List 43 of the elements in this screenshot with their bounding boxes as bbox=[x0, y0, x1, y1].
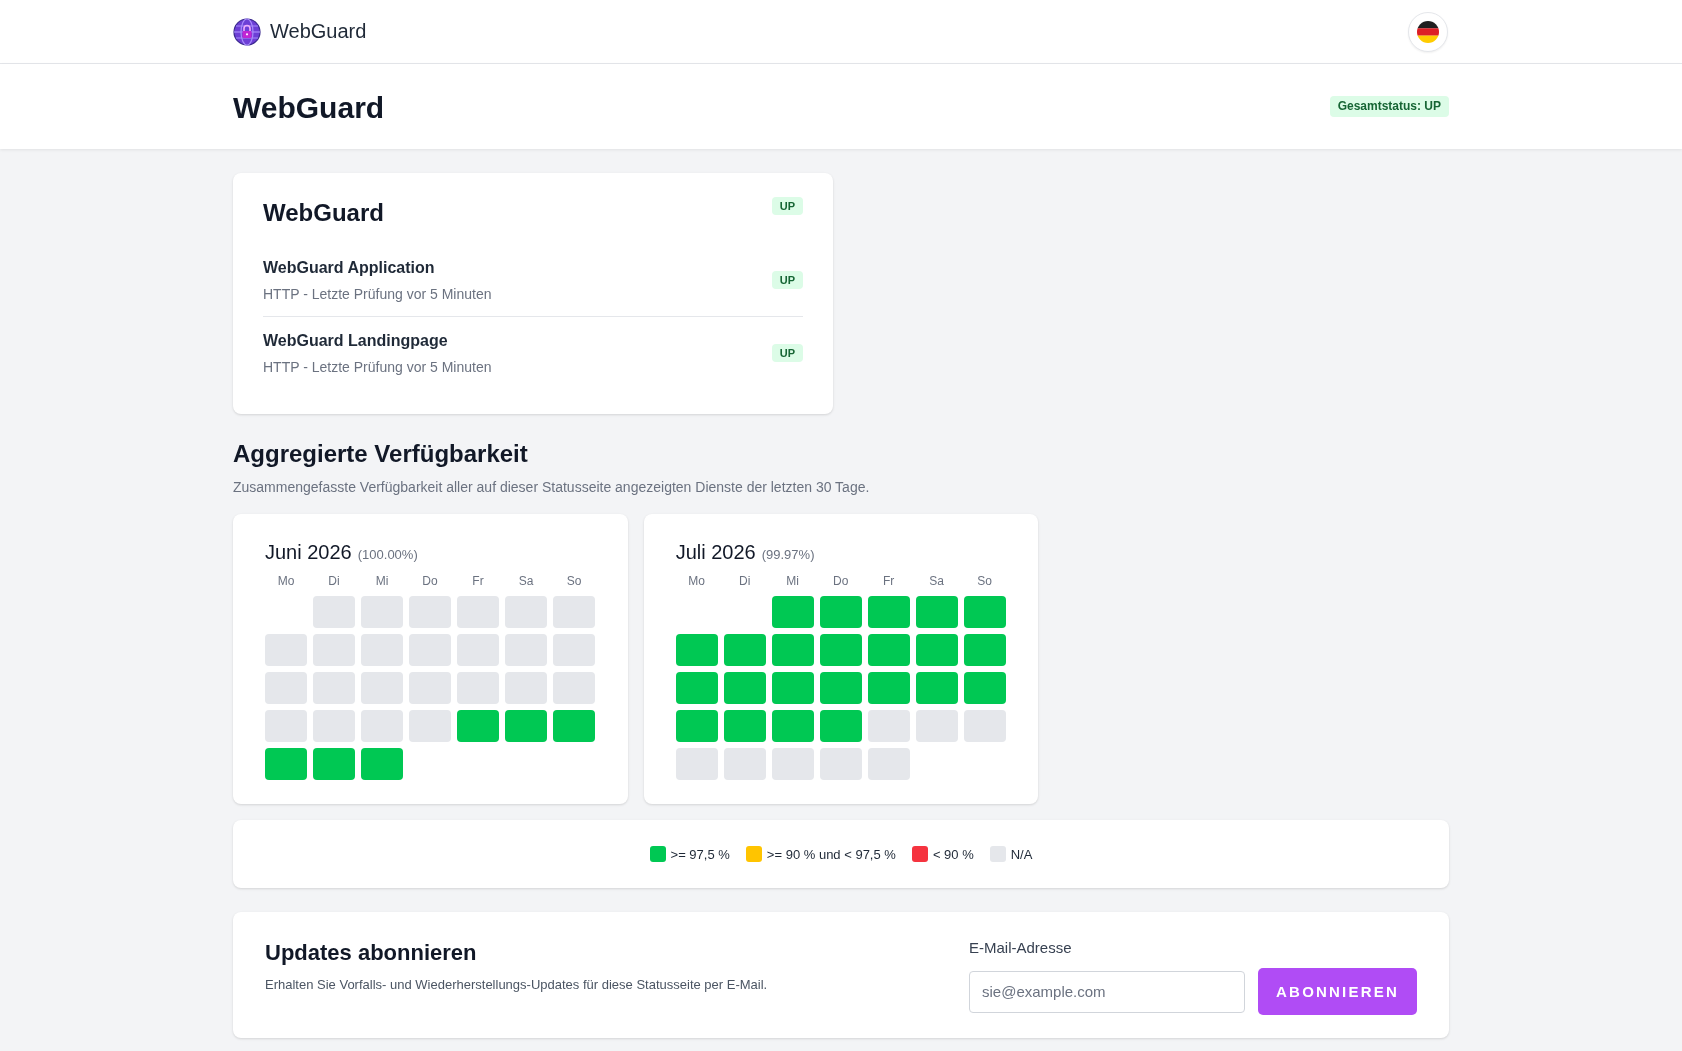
weekday-label: Mo bbox=[687, 573, 706, 589]
weekday-label: Sa bbox=[928, 573, 945, 589]
legend-label: >= 90 % und < 97,5 % bbox=[766, 846, 896, 862]
globe-lock-icon bbox=[233, 17, 261, 46]
section-title: Aggregierte Verfügbarkeit bbox=[233, 439, 528, 469]
legend-label: N/A bbox=[1010, 846, 1033, 862]
month-percentage: (100.00%) bbox=[357, 547, 418, 562]
weekday-label: Mo bbox=[276, 573, 296, 589]
overall-status-badge: Gesamtstatus: UP bbox=[1329, 96, 1449, 117]
legend-label: >= 97,5 % bbox=[670, 846, 730, 862]
weekday-label: So bbox=[976, 573, 993, 589]
month-name: Juli 2026 bbox=[675, 540, 756, 565]
weekday-label: Do bbox=[832, 573, 850, 589]
month-percentage: (99.97%) bbox=[761, 547, 815, 562]
weekday-label: Mi bbox=[374, 573, 390, 589]
service-name: WebGuard Landingpage bbox=[263, 331, 449, 351]
legend-label: < 90 % bbox=[932, 846, 974, 862]
brand-name[interactable]: WebGuard bbox=[270, 20, 367, 43]
email-input[interactable]: sie@example.com bbox=[969, 970, 1245, 1013]
section-description: Zusammengefasste Verfügbarkeit aller auf dieser Statusseite angezeigten Dienste der letzten 30 Tage. bbox=[233, 478, 870, 497]
service-detail: HTTP - Letzte Prüfung vor 5 Minuten bbox=[263, 358, 492, 377]
flag-icon bbox=[1417, 20, 1439, 43]
subscribe-title: Updates abonnieren bbox=[265, 939, 477, 967]
weekday-label: Mi bbox=[785, 573, 800, 589]
status-badge: UP bbox=[771, 271, 803, 289]
language-button[interactable] bbox=[1408, 11, 1448, 52]
weekday-label: Fr bbox=[882, 573, 896, 589]
subscribe-button[interactable]: ABONNIEREN bbox=[1258, 968, 1417, 1015]
status-badge: UP bbox=[771, 344, 803, 362]
weekday-label: Do bbox=[421, 573, 439, 589]
service-detail: HTTP - Letzte Prüfung vor 5 Minuten bbox=[263, 285, 492, 304]
subscribe-description: Erhalten Sie Vorfalls- und Wiederherstellungs-Updates für diese Statusseite per E-Mail. bbox=[265, 976, 768, 994]
weekday-label: Di bbox=[327, 573, 341, 589]
weekday-label: Di bbox=[738, 573, 752, 589]
group-title: WebGuard bbox=[263, 198, 384, 228]
email-label: E-Mail-Adresse bbox=[969, 938, 1072, 958]
weekday-label: So bbox=[565, 573, 583, 589]
service-name: WebGuard Application bbox=[263, 258, 436, 278]
page-title: WebGuard bbox=[233, 89, 385, 125]
month-name: Juni 2026 bbox=[265, 540, 352, 565]
weekday-label: Fr bbox=[471, 573, 485, 589]
weekday-label: Sa bbox=[517, 573, 535, 589]
status-badge: UP bbox=[771, 197, 803, 215]
